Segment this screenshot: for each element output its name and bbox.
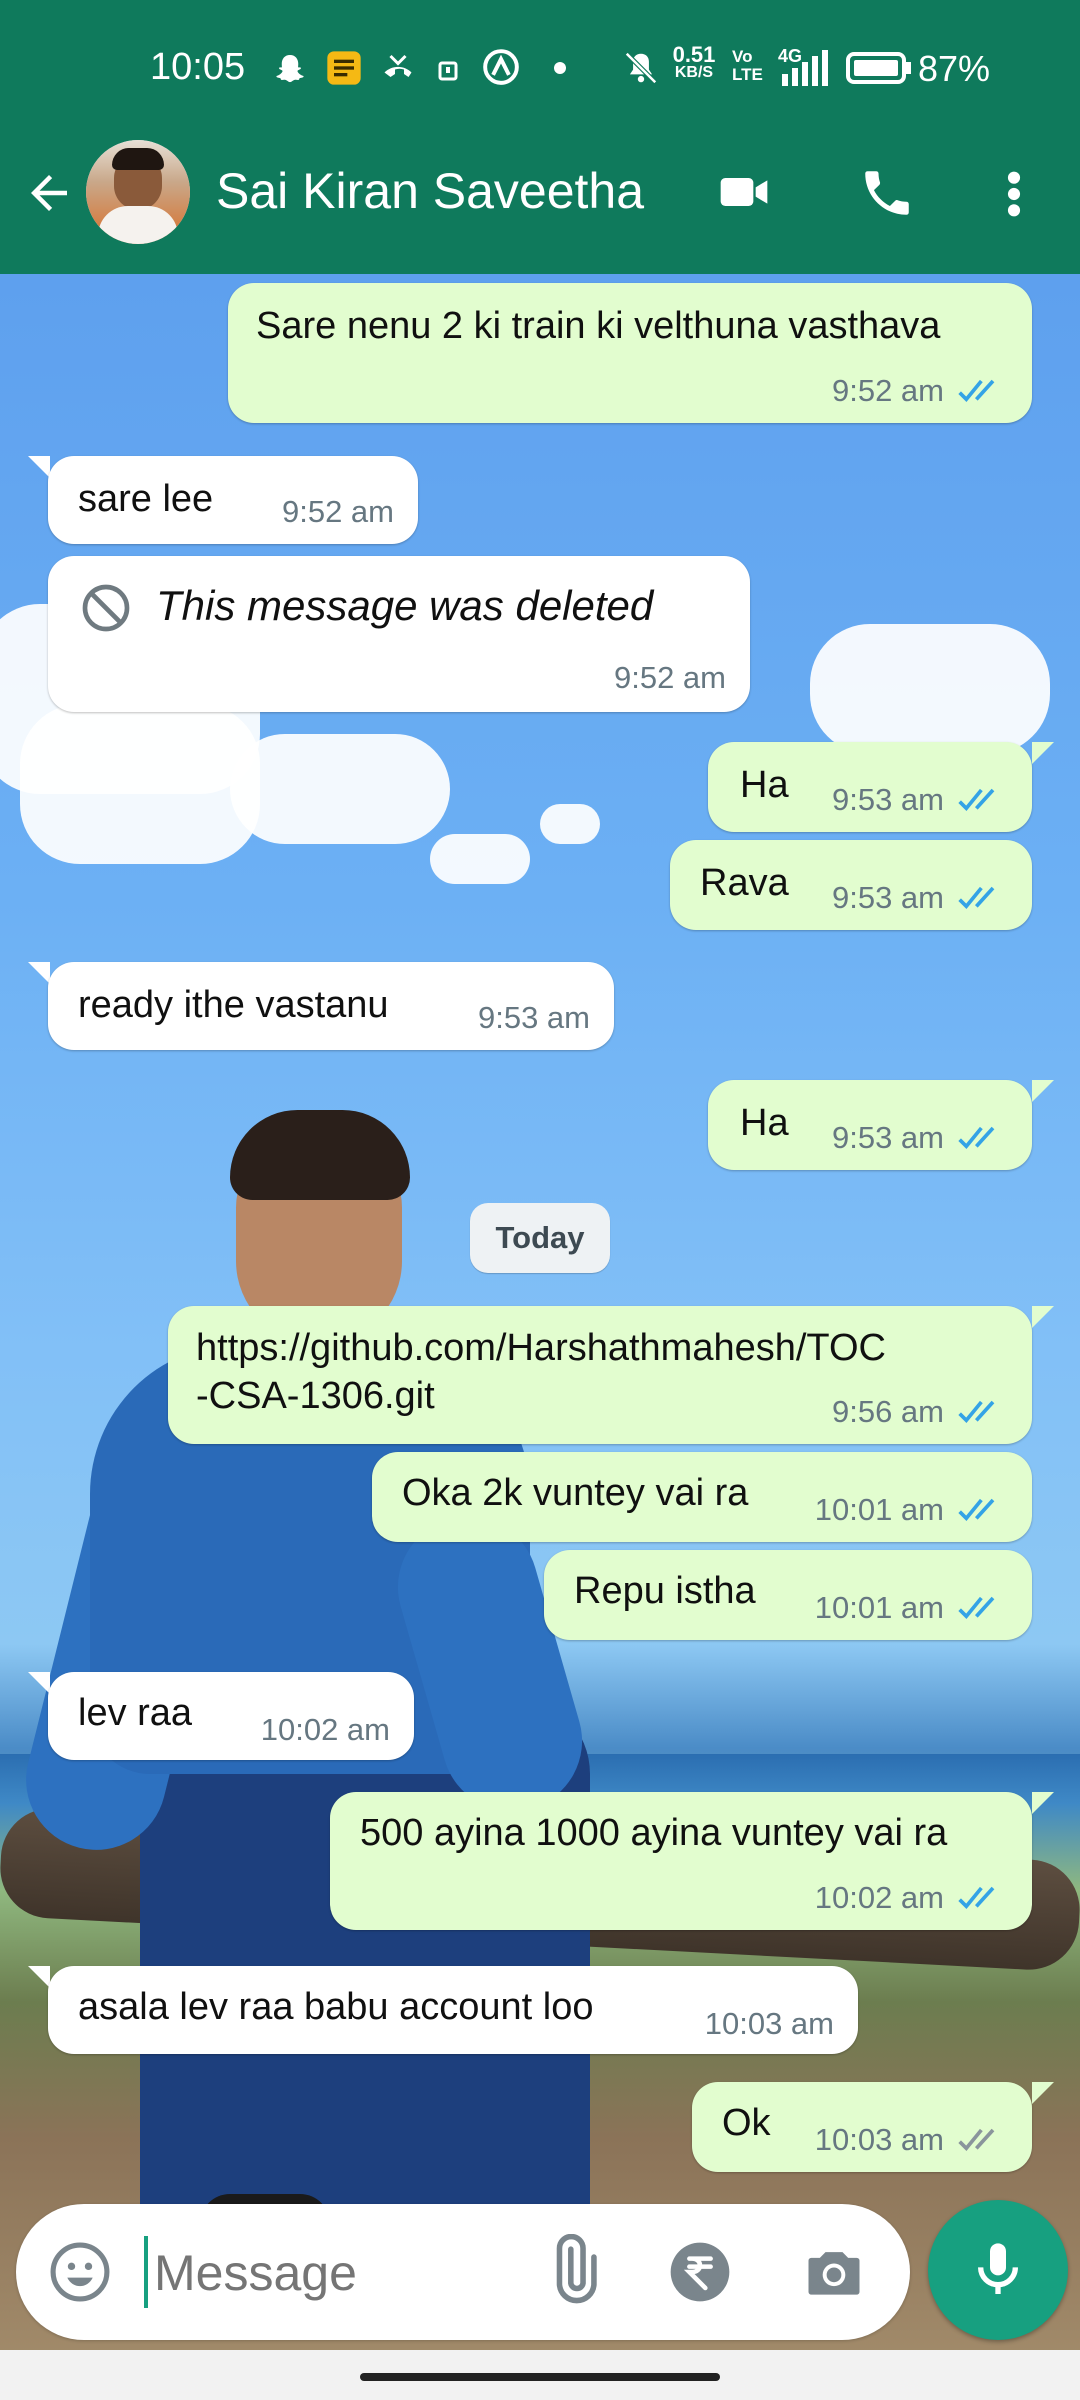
message-input[interactable] — [152, 2232, 516, 2314]
message-text: Rava — [700, 862, 789, 904]
message-time: 9:53 am — [831, 782, 944, 817]
message-time: 10:01 am — [814, 1590, 944, 1625]
bubble-tail — [28, 962, 50, 984]
message-time: 10:03 am — [704, 2006, 834, 2041]
missed-call-icon — [384, 54, 412, 77]
phone-icon[interactable] — [858, 164, 916, 222]
message-text: Repu istha — [574, 1570, 756, 1612]
read-ticks-icon — [958, 379, 995, 403]
emoji-icon[interactable] — [46, 2238, 114, 2306]
message-outgoing[interactable]: Ok 10:03 am — [692, 2082, 1032, 2172]
camera-icon[interactable] — [800, 2238, 868, 2306]
net-speed-value: 0.51 — [672, 42, 716, 67]
message-text: ready ithe vastanu — [78, 984, 389, 1026]
read-ticks-icon — [958, 886, 995, 910]
message-text: Ok — [722, 2102, 771, 2144]
message-outgoing[interactable]: Ha 9:53 am — [708, 742, 1032, 832]
alarm-icon — [438, 61, 458, 81]
message-outgoing[interactable]: Oka 2k vuntey vai ra 10:01 am — [372, 1452, 1032, 1542]
text-cursor — [144, 2236, 148, 2308]
back-arrow-icon[interactable] — [22, 166, 76, 220]
status-bar: 10:05 0.51 KB/S Vo LTE 4G 87% — [0, 0, 1080, 136]
read-ticks-icon — [958, 1126, 995, 1150]
message-outgoing[interactable]: 500 ayina 1000 ayina vuntey vai ra 10:02… — [330, 1792, 1032, 1930]
status-time: 10:05 — [150, 46, 246, 88]
bubble-tail — [1032, 2082, 1054, 2104]
bubble-tail — [1032, 1792, 1054, 1814]
more-vert-icon[interactable] — [996, 166, 1032, 222]
message-time: 9:53 am — [831, 1120, 944, 1155]
avatar[interactable] — [86, 140, 190, 244]
mic-button[interactable] — [928, 2200, 1068, 2340]
rupee-payment-icon[interactable] — [668, 2240, 732, 2304]
net-speed-unit: KB/S — [674, 64, 714, 81]
signal-icon — [782, 50, 828, 86]
message-outgoing-link[interactable]: https://github.com/Harshathmahesh/TOC -C… — [168, 1306, 1032, 1444]
message-text: 500 ayina 1000 ayina vuntey vai ra — [360, 1812, 948, 1854]
net-speed: 0.51 KB/S — [670, 42, 718, 82]
message-text: Sare nenu 2 ki train ki velthuna vasthav… — [256, 305, 941, 347]
message-time: 9:52 am — [281, 494, 394, 529]
message-time: 10:02 am — [814, 1880, 944, 1915]
bubble-tail — [1032, 1306, 1054, 1328]
message-text: lev raa — [78, 1692, 193, 1734]
message-composer — [16, 2204, 910, 2340]
notes-app-icon — [327, 51, 361, 85]
message-outgoing[interactable]: Repu istha 10:01 am — [544, 1550, 1032, 1640]
bubble-tail — [28, 1672, 50, 1694]
video-call-icon[interactable] — [712, 164, 776, 220]
read-ticks-icon — [958, 1886, 995, 1910]
message-incoming[interactable]: ready ithe vastanu 9:53 am — [48, 962, 614, 1050]
message-incoming[interactable]: asala lev raa babu account loo 10:03 am — [48, 1966, 858, 2054]
message-text: asala lev raa babu account loo — [78, 1986, 594, 2028]
message-time: 9:52 am — [613, 660, 726, 695]
delivered-ticks-icon — [958, 2128, 995, 2152]
chat-header: Sai Kiran Saveetha — [0, 136, 1080, 274]
message-incoming[interactable]: lev raa 10:02 am — [48, 1672, 414, 1760]
snapchat-icon — [276, 55, 304, 83]
read-ticks-icon — [958, 1400, 995, 1424]
read-ticks-icon — [958, 1498, 995, 1522]
message-incoming[interactable]: sare lee 9:52 am — [48, 456, 418, 544]
message-text: sare lee — [78, 478, 214, 520]
more-notifications-dot — [554, 62, 566, 74]
home-indicator[interactable] — [360, 2373, 720, 2381]
message-time: 9:53 am — [831, 880, 944, 915]
message-link[interactable]: https://github.com/Harshathmahesh/TOC -C… — [196, 1324, 886, 1420]
message-outgoing[interactable]: Rava 9:53 am — [670, 840, 1032, 930]
message-time: 9:52 am — [831, 373, 944, 408]
message-time: 9:53 am — [477, 1000, 590, 1035]
attach-icon[interactable] — [536, 2234, 610, 2308]
message-incoming-deleted[interactable]: This message was deleted 9:52 am — [48, 556, 750, 712]
message-text: This message was deleted — [156, 582, 654, 629]
message-text: Ha — [740, 764, 789, 806]
deleted-message-icon — [82, 584, 130, 632]
read-ticks-icon — [958, 788, 995, 812]
contact-name[interactable]: Sai Kiran Saveetha — [216, 162, 644, 220]
read-ticks-icon — [958, 1596, 995, 1620]
message-text: Ha — [740, 1102, 789, 1144]
bubble-tail — [28, 456, 50, 478]
message-time: 10:03 am — [814, 2122, 944, 2157]
bubble-tail — [1032, 742, 1054, 764]
message-text: Oka 2k vuntey vai ra — [402, 1472, 749, 1514]
bubble-tail — [28, 1966, 50, 1988]
message-outgoing[interactable]: Sare nenu 2 ki train ki velthuna vasthav… — [228, 283, 1032, 423]
mic-icon — [978, 2243, 1018, 2294]
bubble-tail — [1032, 1080, 1054, 1102]
date-separator: Today — [470, 1203, 610, 1273]
arc-app-icon — [483, 49, 519, 85]
message-time: 10:01 am — [814, 1492, 944, 1527]
message-time: 9:56 am — [831, 1394, 944, 1429]
message-outgoing[interactable]: Ha 9:53 am — [708, 1080, 1032, 1170]
battery-icon — [846, 52, 911, 84]
volte-badge: Vo LTE — [732, 47, 763, 84]
message-time: 10:02 am — [260, 1712, 390, 1747]
battery-percent: 87% — [918, 48, 991, 89]
mute-icon — [625, 52, 657, 84]
